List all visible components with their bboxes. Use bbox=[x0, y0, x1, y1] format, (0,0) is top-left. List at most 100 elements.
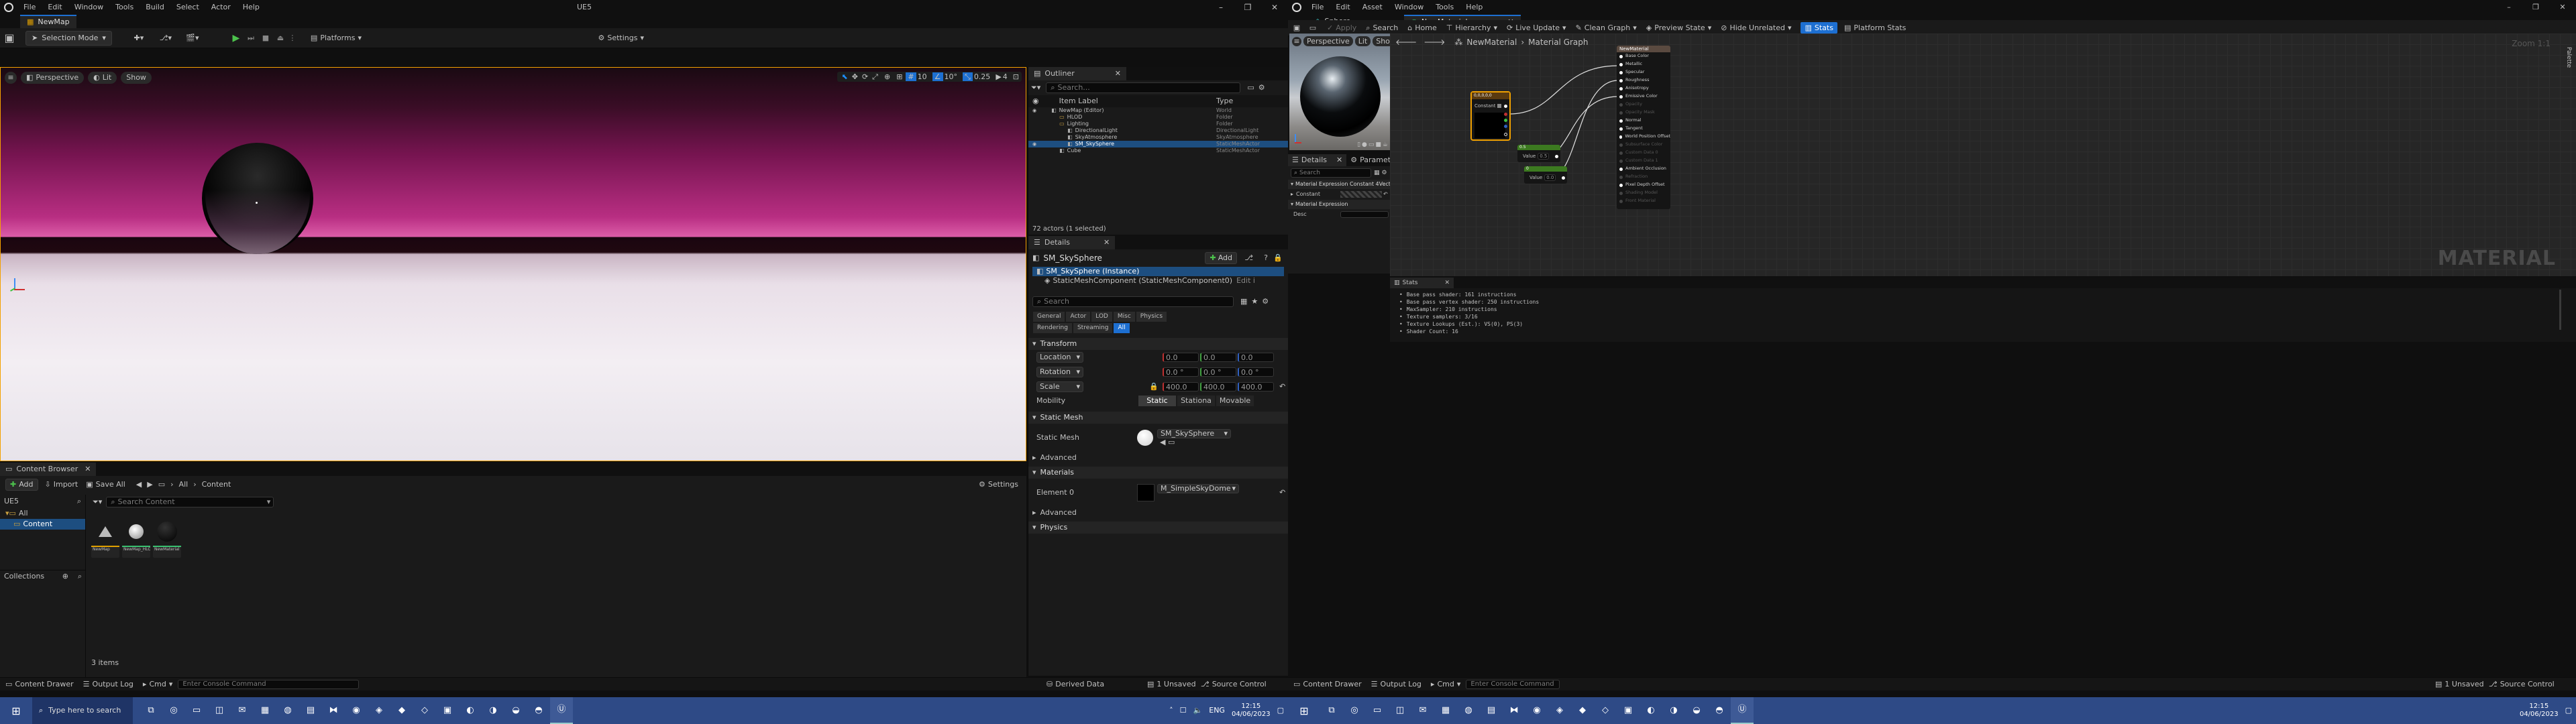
material-thumbnail[interactable] bbox=[1137, 483, 1155, 501]
outliner-tab[interactable]: ▤ Outliner ✕ bbox=[1028, 67, 1126, 80]
hide-unrelated-button[interactable]: ⊘ Hide Unrelated ▾ bbox=[1721, 23, 1791, 32]
app-icon[interactable]: ◓ bbox=[527, 697, 550, 724]
menu-item-tools[interactable]: Tools bbox=[109, 3, 140, 11]
result-pin[interactable]: Opacity Mask bbox=[1617, 109, 1670, 117]
app-icon[interactable]: ▣ bbox=[1617, 697, 1640, 724]
rotate-icon[interactable]: ⟳ bbox=[862, 72, 868, 81]
notification-icon[interactable]: ▢ bbox=[2565, 706, 2572, 715]
result-pin[interactable]: Refraction bbox=[1617, 173, 1670, 181]
node-s1-value[interactable]: 0.5 bbox=[1538, 152, 1550, 160]
rotation-x[interactable]: 0.0 ° bbox=[1163, 367, 1199, 377]
show-button[interactable]: Show bbox=[121, 72, 152, 84]
filter-tab-rendering[interactable]: Rendering bbox=[1033, 322, 1072, 333]
close-icon[interactable]: ✕ bbox=[85, 465, 91, 473]
result-pin[interactable]: Roughness bbox=[1617, 76, 1670, 84]
camera-speed-icon[interactable]: ▶ bbox=[996, 72, 1001, 81]
menu-item-asset[interactable]: Asset bbox=[1356, 3, 1389, 11]
live-update-button[interactable]: ⟳ Live Update ▾ bbox=[1507, 23, 1566, 32]
close-icon[interactable]: ✕ bbox=[1336, 156, 1342, 164]
save-icon[interactable]: ▣ bbox=[0, 29, 19, 48]
pin-in-icon[interactable] bbox=[1619, 119, 1623, 123]
result-pin[interactable]: Tangent bbox=[1617, 125, 1670, 133]
app-icon[interactable]: ◑ bbox=[1662, 697, 1685, 724]
surface-snap-icon[interactable]: ⊞ bbox=[896, 72, 902, 81]
app-icon[interactable]: ◈ bbox=[368, 697, 390, 724]
physics-header[interactable]: ▾ Physics bbox=[1028, 521, 1288, 534]
menu-item-build[interactable]: Build bbox=[140, 3, 170, 11]
filter-tab-physics[interactable]: Physics bbox=[1136, 312, 1167, 322]
outliner-row[interactable]: ◉◧DirectionalLightDirectionalLight bbox=[1028, 127, 1288, 134]
filter-tab-misc[interactable]: Misc bbox=[1113, 312, 1135, 322]
content-browser-tab[interactable]: ▭ Content Browser ✕ bbox=[0, 463, 97, 476]
store-icon[interactable]: ◫ bbox=[208, 697, 231, 724]
console-input[interactable]: Enter Console Command bbox=[1466, 679, 1560, 689]
app-icon[interactable]: ◉ bbox=[345, 697, 368, 724]
play-icon[interactable]: ▶ bbox=[229, 31, 244, 46]
star-icon[interactable]: ★ bbox=[1251, 297, 1258, 306]
search-icon[interactable]: ⌕ bbox=[77, 497, 81, 505]
scale-dropdown[interactable]: Scale ▾ bbox=[1036, 381, 1083, 392]
unreal-taskbar-icon[interactable]: Ⓤ bbox=[550, 697, 573, 724]
app-icon[interactable]: ◆ bbox=[390, 697, 413, 724]
plane-icon[interactable]: ▭ bbox=[1368, 141, 1375, 149]
save-icon[interactable]: ▣ bbox=[1288, 23, 1305, 32]
result-pin[interactable]: Ambient Occlusion bbox=[1617, 165, 1670, 173]
sphere-icon[interactable]: ● bbox=[1362, 141, 1367, 149]
scale-z[interactable]: 400.0 bbox=[1238, 381, 1274, 391]
grid-snap-icon[interactable]: # bbox=[906, 72, 916, 82]
scale-snap-value[interactable]: 0.25 bbox=[974, 72, 991, 81]
menu-item-edit[interactable]: Edit bbox=[1330, 3, 1356, 11]
unsaved-button[interactable]: ▤ 1 Unsaved bbox=[1147, 680, 1196, 688]
unreal-taskbar-icon[interactable]: Ⓤ bbox=[1731, 697, 1754, 724]
result-pin[interactable]: Normal bbox=[1617, 117, 1670, 125]
breadcrumb-all[interactable]: All bbox=[179, 480, 189, 489]
eye-icon[interactable]: ◉ bbox=[1032, 108, 1036, 113]
asset-tile[interactable]: NewMaterial bbox=[153, 518, 181, 558]
result-pin[interactable]: Opacity bbox=[1617, 101, 1670, 109]
forward-icon[interactable]: ▶ bbox=[147, 480, 152, 489]
visual-studio-icon[interactable]: ⧓ bbox=[1503, 697, 1525, 724]
location-y[interactable]: 0.0 bbox=[1200, 352, 1236, 362]
result-pin[interactable]: Shading Model bbox=[1617, 189, 1670, 197]
collections-header[interactable]: Collections ⊕ ⌕ bbox=[0, 570, 86, 582]
menu-item-edit[interactable]: Edit bbox=[42, 3, 68, 11]
material-preview-viewport[interactable]: ≡ Perspective Lit Show ▯ ● ▭ ■ ☕ bbox=[1289, 34, 1390, 150]
pin-in-icon[interactable] bbox=[1619, 78, 1623, 82]
hierarchy-button[interactable]: ⊤ Hierarchy ▾ bbox=[1446, 23, 1497, 32]
app-icon[interactable]: ◇ bbox=[1594, 697, 1617, 724]
task-view-icon[interactable]: ⧉ bbox=[1320, 697, 1343, 724]
blueprint-icon[interactable]: ⎇ bbox=[1244, 253, 1253, 262]
rotation-y[interactable]: 0.0 ° bbox=[1200, 367, 1236, 377]
details-search-input[interactable]: ⌕ Search bbox=[1032, 296, 1234, 307]
edge-icon[interactable]: ◎ bbox=[162, 697, 185, 724]
result-pin[interactable]: Specular bbox=[1617, 68, 1670, 76]
location-x[interactable]: 0.0 bbox=[1163, 352, 1199, 362]
task-view-icon[interactable]: ⧉ bbox=[140, 697, 162, 724]
source-control-button[interactable]: ⎇ Source Control bbox=[2489, 680, 2555, 688]
mail-icon[interactable]: ✉ bbox=[1411, 697, 1434, 724]
stats-tab[interactable]: ▥ Stats ✕ bbox=[1390, 278, 1454, 288]
eject-icon[interactable]: ⏏ bbox=[273, 31, 288, 46]
browse-icon[interactable]: ▭ bbox=[1305, 23, 1320, 32]
pin-in-icon[interactable] bbox=[1619, 199, 1623, 203]
visual-studio-icon[interactable]: ⧓ bbox=[322, 697, 345, 724]
material-graph[interactable]: 🡐 🡒 ⁂ NewMaterial › Material Graph Zoom … bbox=[1390, 34, 2576, 276]
result-pin[interactable]: Front Material bbox=[1617, 197, 1670, 205]
hamburger-icon[interactable]: ≡ bbox=[1292, 36, 1301, 46]
cylinder-icon[interactable]: ▯ bbox=[1357, 141, 1360, 149]
level-viewport[interactable]: ≡ ◧ Perspective ◐ Lit Show ⬉ ✥ ⟳ ⤢ ⊕ ⊞ # 1… bbox=[0, 67, 1026, 461]
output-log-button[interactable]: ☰ Output Log bbox=[83, 680, 133, 688]
menu-item-select[interactable]: Select bbox=[170, 3, 205, 11]
tree-root[interactable]: UE5 bbox=[4, 497, 19, 505]
pin-in-icon[interactable] bbox=[1619, 86, 1623, 90]
edit-in-link[interactable]: Edit i bbox=[1236, 276, 1255, 285]
menu-item-actor[interactable]: Actor bbox=[205, 3, 237, 11]
rotation-z[interactable]: 0.0 ° bbox=[1238, 367, 1274, 377]
windows-start-icon[interactable]: ⊞ bbox=[0, 697, 32, 724]
rotation-dropdown[interactable]: Rotation ▾ bbox=[1036, 366, 1083, 377]
material-details-tab[interactable]: ☰ Details ✕ bbox=[1288, 154, 1347, 166]
preview-perspective-button[interactable]: Perspective bbox=[1303, 36, 1353, 47]
import-button[interactable]: ⇩ Import bbox=[45, 480, 78, 489]
hamburger-icon[interactable]: ≡ bbox=[5, 72, 17, 84]
browse-icon[interactable]: ◀ ▭ bbox=[1160, 438, 1175, 446]
